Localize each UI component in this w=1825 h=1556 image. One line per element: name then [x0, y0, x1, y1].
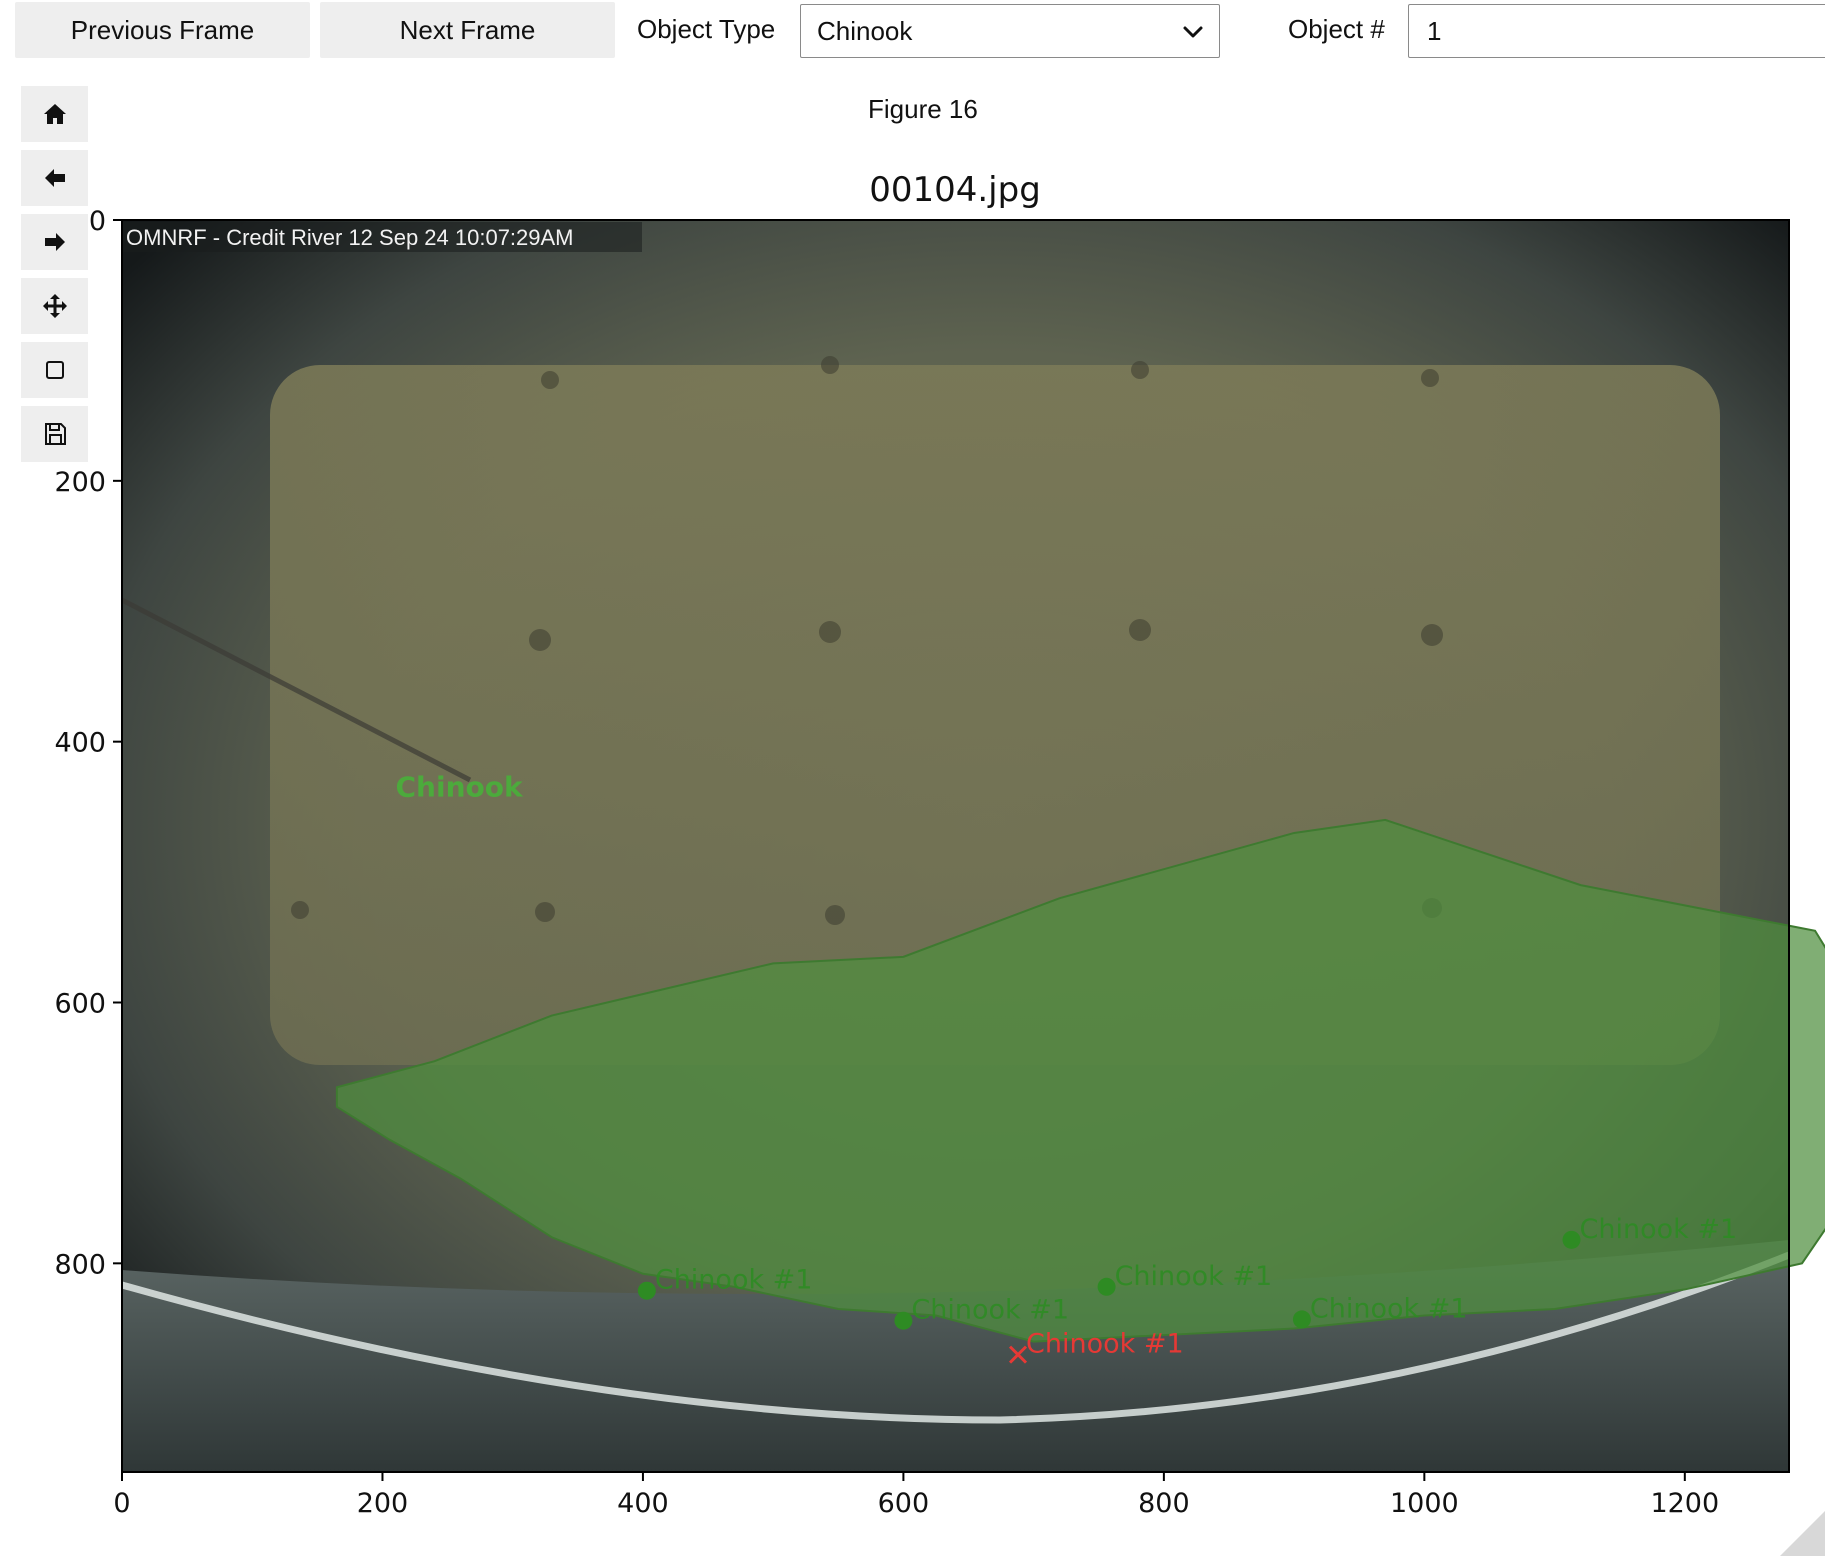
keypoint-label: Chinook #1	[1580, 1214, 1738, 1245]
keypoint-label: Chinook #1	[655, 1265, 813, 1296]
y-tick-label: 600	[54, 989, 106, 1020]
active-point-marker[interactable]	[1008, 1345, 1028, 1364]
keypoint-marker[interactable]	[1097, 1277, 1116, 1296]
y-tick-label: 0	[89, 206, 106, 237]
object-number-label: Object #	[1288, 14, 1385, 44]
keypoint-marker[interactable]	[1562, 1230, 1581, 1249]
save-button[interactable]	[21, 406, 88, 462]
x-tick-label: 200	[357, 1488, 409, 1519]
y-tick-label: 200	[54, 467, 106, 498]
keypoint-marker[interactable]	[637, 1281, 656, 1300]
axes-frame	[121, 219, 1790, 1473]
next-frame-button[interactable]: Next Frame	[320, 2, 615, 58]
x-tick-label: 800	[1138, 1488, 1190, 1519]
figure-title: Figure 16	[868, 94, 978, 124]
keypoint-marker[interactable]	[1292, 1310, 1311, 1329]
object-type-value: Chinook	[817, 15, 913, 46]
zoom-rect-button[interactable]	[21, 342, 88, 398]
keypoint-label: Chinook #1	[1310, 1293, 1468, 1324]
y-tick-label: 400	[54, 728, 106, 759]
chevron-down-icon	[1183, 26, 1203, 38]
keypoint-label: Chinook #1	[1115, 1261, 1273, 1292]
forward-button[interactable]	[21, 214, 88, 270]
previous-frame-button[interactable]: Previous Frame	[15, 2, 310, 58]
pan-button[interactable]	[21, 278, 88, 334]
camera-timestamp-caption: OMNRF - Credit River 12 Sep 24 10:07:29A…	[126, 225, 574, 250]
active-point-marker[interactable]	[1008, 1345, 1028, 1364]
camera-frame-image	[122, 220, 1789, 1472]
active-point-label: Chinook #1	[1026, 1329, 1184, 1360]
x-tick-label: 600	[878, 1488, 930, 1519]
x-tick-label: 1200	[1650, 1488, 1719, 1519]
class-annotation-label: Chinook	[395, 770, 523, 803]
x-tick-label: 0	[113, 1488, 130, 1519]
zoom-rect-icon	[45, 361, 64, 379]
object-type-select[interactable]: Chinook	[800, 4, 1220, 58]
object-type-label: Object Type	[637, 14, 776, 44]
home-button[interactable]	[21, 86, 88, 142]
home-icon	[43, 104, 66, 124]
y-tick-label: 800	[54, 1249, 106, 1280]
save-icon	[44, 423, 66, 445]
forward-arrow-icon	[44, 233, 65, 251]
plot-title: 00104.jpg	[869, 170, 1041, 210]
pan-move-icon	[42, 294, 67, 318]
figure-canvas: 0 200 400 600 800 1000 1200 0 200 400 600 800 Chino…	[54, 206, 1825, 1519]
x-tick-label: 400	[617, 1488, 669, 1519]
resize-handle-icon[interactable]	[1780, 1511, 1825, 1556]
keypoint-label: Chinook #1	[911, 1295, 1069, 1326]
object-number-input[interactable]	[1408, 4, 1825, 58]
fish-segmentation-mask	[335, 818, 1825, 1343]
keypoint-marker[interactable]	[894, 1311, 913, 1330]
x-tick-label: 1000	[1390, 1488, 1459, 1519]
